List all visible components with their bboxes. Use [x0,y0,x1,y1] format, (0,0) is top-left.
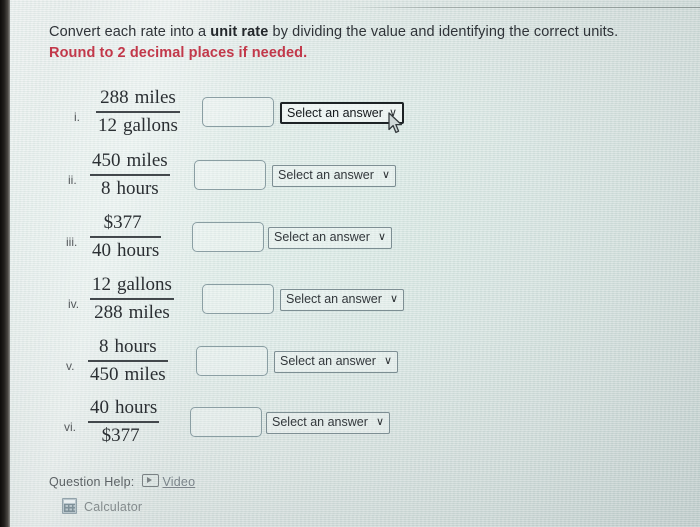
fraction-bar [90,298,174,300]
rate-row: vi. 40 hours $377 Select an answer ∨ [64,394,404,454]
numerator-value: 288 [100,87,129,108]
denominator-unit: miles [124,364,166,385]
unit-select[interactable]: Select an answer ∨ [280,289,404,311]
denominator-value: 450 [90,364,119,385]
unit-select-label: Select an answer [272,415,368,429]
numerator-unit: miles [126,150,168,171]
numerator-unit: miles [134,87,176,108]
numerator-value: 40 [90,397,109,418]
unit-select-label: Select an answer [278,168,374,182]
denominator-unit: hours [116,178,159,199]
row-number: iii. [66,235,78,249]
prompt-text-part2: by dividing the value and identifying th… [268,24,619,40]
rate-row: v. 8 hours 450 miles Select an answer ∨ [66,333,406,393]
denominator-value: 12 [98,115,117,136]
video-icon[interactable] [142,474,160,487]
rate-row: ii. 450 miles 8 hours Select an answer ∨ [68,147,408,207]
calculator-tool[interactable]: Calculator [62,498,142,514]
answer-input[interactable] [190,407,262,437]
rate-row: iii. $377 40 hours Select an answer ∨ [66,209,406,269]
unit-select[interactable]: Select an answer ∨ [274,351,398,373]
fraction-bar [88,421,160,423]
rate-fraction: 8 hours 450 miles [88,335,168,387]
fraction-bar [96,111,180,113]
question-content: Convert each rate into a unit rate by di… [0,0,700,527]
denominator-value: 40 [92,240,111,261]
answer-input[interactable] [202,284,274,314]
denominator-unit: miles [128,302,170,323]
chevron-down-icon: ∨ [389,293,398,305]
numerator-unit: gallons [117,274,172,295]
answer-input[interactable] [196,346,268,376]
rate-fraction: 12 gallons 288 miles [90,273,174,325]
question-help-label: Question Help: [49,475,135,489]
chevron-down-icon: ∨ [381,169,390,181]
denominator-unit: gallons [123,115,178,136]
numerator-unit: hours [114,336,157,357]
chevron-down-icon: ∨ [383,355,392,367]
prompt-text-part1: Convert each rate into a [49,24,211,40]
page-top-divider [10,7,700,8]
question-help: Question Help: Video [49,474,195,489]
unit-select[interactable]: Select an answer ∨ [280,102,404,124]
unit-select[interactable]: Select an answer ∨ [268,227,392,249]
unit-select-label: Select an answer [280,354,376,368]
answer-input[interactable] [202,97,274,127]
rate-row: i. 288 miles 12 gallons Select an answer ∨ [74,84,414,144]
unit-select[interactable]: Select an answer ∨ [272,165,396,187]
calculator-label: Calculator [84,500,143,514]
numerator-value: 8 [98,336,109,357]
fraction-bar [90,174,170,176]
rate-row: iv. 12 gallons 288 miles Select an answer … [68,271,408,331]
rate-fraction: $377 40 hours [90,211,162,263]
fraction-bar [88,360,168,362]
numerator-value: $377 [103,212,142,233]
rate-fraction: 40 hours $377 [88,396,160,448]
rate-fraction: 288 miles 12 gallons [96,86,180,138]
row-number: i. [74,110,80,124]
photographed-screen: Convert each rate into a unit rate by di… [0,0,700,527]
numerator-value: 450 [92,150,121,171]
row-number: ii. [68,173,77,187]
unit-select-label: Select an answer [287,106,383,120]
row-number: iv. [68,297,80,311]
answer-input[interactable] [192,222,264,252]
screen-bezel-left [0,0,10,527]
chevron-down-icon: ∨ [377,231,386,243]
unit-select[interactable]: Select an answer ∨ [266,412,390,434]
numerator-unit: hours [115,397,158,418]
unit-select-label: Select an answer [286,292,382,306]
denominator-value: $377 [101,425,140,446]
denominator-value: 288 [94,302,123,323]
row-number: v. [66,359,75,373]
rate-fraction: 450 miles 8 hours [90,149,170,201]
numerator-value: 12 [92,274,111,295]
chevron-down-icon: ∨ [388,107,397,119]
prompt-rounding-warning: Round to 2 decimal places if needed. [49,45,308,61]
answer-input[interactable] [194,160,266,190]
calculator-icon [62,498,77,514]
denominator-unit: hours [117,240,160,261]
question-prompt: Convert each rate into a unit rate by di… [49,22,669,64]
unit-select-label: Select an answer [274,230,370,244]
row-number: vi. [64,420,76,434]
prompt-emphasis-unit-rate: unit rate [210,24,269,40]
denominator-value: 8 [100,178,111,199]
video-link[interactable]: Video [162,475,195,489]
fraction-bar [90,236,162,238]
chevron-down-icon: ∨ [375,416,384,428]
